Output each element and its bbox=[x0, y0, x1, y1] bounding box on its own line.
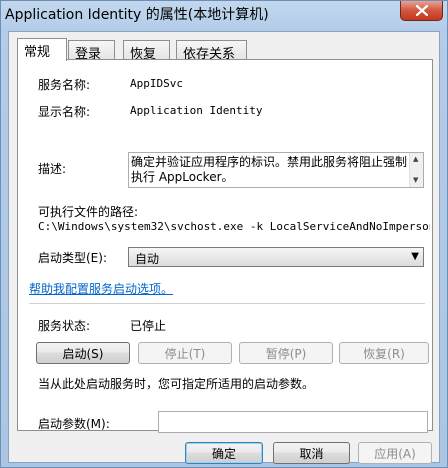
exec-path-label: 可执行文件的路径: bbox=[38, 205, 139, 219]
startup-type-select[interactable]: 自动 ▼ bbox=[128, 247, 424, 267]
scroll-up-icon[interactable]: ▲ bbox=[413, 155, 418, 163]
description-scrollbar[interactable]: ▲ ▼ bbox=[409, 153, 423, 187]
service-name-value: AppIDSvc bbox=[130, 77, 183, 90]
help-configure-link[interactable]: 帮助我配置服务启动选项。 bbox=[29, 280, 173, 297]
start-params-input[interactable] bbox=[158, 411, 428, 433]
exec-path-value: C:\Windows\system32\svchost.exe -k Local… bbox=[38, 220, 430, 233]
start-params-hint: 当从此处启动服务时，您可指定所适用的启动参数。 bbox=[38, 377, 315, 391]
stop-button[interactable]: 停止(T) bbox=[138, 342, 232, 364]
start-button[interactable]: 启动(S) bbox=[36, 342, 130, 364]
chevron-down-icon: ▼ bbox=[411, 251, 419, 262]
tab-logon[interactable]: 登录 bbox=[68, 40, 115, 62]
resume-button[interactable]: 恢复(R) bbox=[339, 342, 429, 364]
window-title: Application Identity 的属性(本地计算机) bbox=[5, 7, 269, 23]
apply-button[interactable]: 应用(A) bbox=[358, 442, 432, 464]
dialog-client-area: 常规 登录 恢复 依存关系 服务名称: AppIDSvc 显示名称: Appli… bbox=[8, 31, 440, 464]
ok-button[interactable]: 确定 bbox=[185, 442, 263, 464]
description-text: 确定并验证应用程序的标识。禁用此服务将阻止强制执行 AppLocker。 bbox=[131, 155, 408, 184]
close-icon bbox=[415, 5, 428, 16]
description-box[interactable]: 确定并验证应用程序的标识。禁用此服务将阻止强制执行 AppLocker。 ▲ ▼ bbox=[128, 152, 424, 188]
properties-window: Application Identity 的属性(本地计算机) 常规 登录 恢复… bbox=[0, 0, 448, 468]
pause-button[interactable]: 暂停(P) bbox=[239, 342, 333, 364]
service-status-label: 服务状态: bbox=[38, 319, 91, 333]
divider bbox=[29, 303, 425, 304]
startup-type-label: 启动类型(E): bbox=[38, 251, 107, 265]
service-name-label: 服务名称: bbox=[38, 78, 91, 92]
tab-recovery[interactable]: 恢复 bbox=[123, 40, 170, 62]
tab-dependencies[interactable]: 依存关系 bbox=[176, 40, 247, 62]
general-tab-panel: 服务名称: AppIDSvc 显示名称: Application Identit… bbox=[17, 59, 433, 433]
display-name-label: 显示名称: bbox=[38, 105, 91, 119]
scroll-down-icon[interactable]: ▼ bbox=[413, 176, 418, 184]
description-label: 描述: bbox=[38, 162, 67, 176]
display-name-value: Application Identity bbox=[130, 104, 263, 117]
cancel-button[interactable]: 取消 bbox=[273, 442, 350, 464]
title-bar[interactable]: Application Identity 的属性(本地计算机) bbox=[1, 1, 447, 29]
close-button[interactable] bbox=[400, 1, 443, 21]
service-status-value: 已停止 bbox=[130, 319, 167, 333]
start-params-label: 启动参数(M): bbox=[38, 417, 110, 431]
tab-general[interactable]: 常规 bbox=[17, 38, 67, 61]
startup-type-value: 自动 bbox=[135, 252, 160, 266]
